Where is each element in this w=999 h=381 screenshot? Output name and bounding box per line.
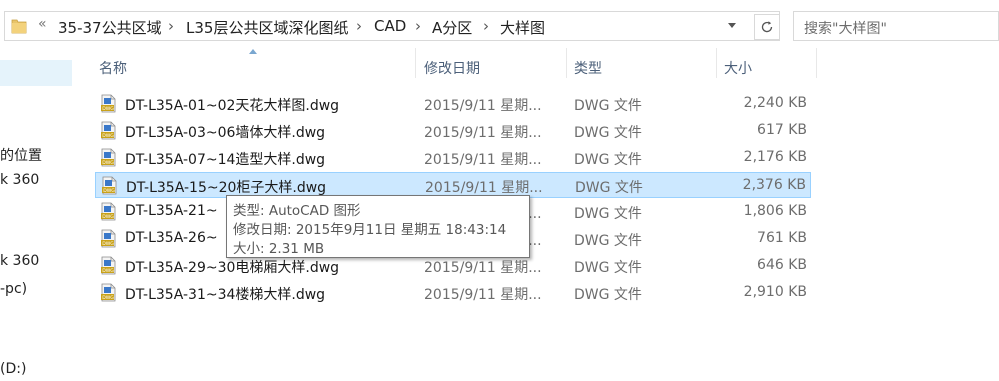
svg-text:DWG: DWG bbox=[102, 214, 114, 220]
svg-text:DWG: DWG bbox=[102, 106, 114, 112]
nav-item[interactable]: k 360 bbox=[0, 172, 39, 188]
file-name: DT-L35A-29~30电梯厢大样.dwg bbox=[125, 260, 340, 276]
file-date: 2015/9/11 星期... bbox=[424, 125, 542, 141]
column-header-size[interactable]: 大小 bbox=[724, 58, 752, 78]
dwg-file-icon: DWG bbox=[102, 176, 117, 195]
file-row[interactable]: DWG DT-L35A-03~06墙体大样.dwg 2015/9/11 星期... D… bbox=[95, 118, 811, 144]
file-name: DT-L35A-03~06墙体大样.dwg bbox=[125, 125, 326, 141]
svg-text:DWG: DWG bbox=[102, 295, 114, 301]
breadcrumb-separator-icon[interactable]: › bbox=[483, 17, 489, 35]
search-placeholder: 搜索"大样图" bbox=[804, 21, 887, 37]
tooltip-modified: 修改日期: 2015年9月11日 星期五 18:43:14 bbox=[233, 222, 507, 238]
file-name: DT-L35A-26~ bbox=[125, 230, 218, 246]
file-type: DWG 文件 bbox=[574, 152, 642, 168]
file-type: DWG 文件 bbox=[574, 206, 642, 222]
file-name: DT-L35A-07~14造型大样.dwg bbox=[125, 152, 326, 168]
file-type: DWG 文件 bbox=[574, 287, 642, 303]
svg-text:DWG: DWG bbox=[102, 268, 114, 274]
svg-text:DWG: DWG bbox=[103, 188, 115, 194]
file-name: DT-L35A-21~ bbox=[125, 203, 218, 219]
file-name: DT-L35A-01~02天花大样图.dwg bbox=[125, 98, 340, 114]
dwg-file-icon: DWG bbox=[101, 121, 116, 140]
file-type: DWG 文件 bbox=[574, 125, 642, 141]
file-size: 646 KB bbox=[757, 257, 807, 273]
nav-item[interactable]: (D:) bbox=[0, 361, 26, 377]
svg-text:DWG: DWG bbox=[102, 160, 114, 166]
file-date: 2015/9/11 星期... bbox=[424, 98, 542, 114]
file-type: DWG 文件 bbox=[575, 180, 643, 196]
nav-item[interactable]: -pc) bbox=[0, 281, 27, 297]
breadcrumb-item[interactable]: L35层公共区域深化图纸 bbox=[186, 17, 348, 38]
file-row[interactable]: DWG DT-L35A-07~14造型大样.dwg 2015/9/11 星期... D… bbox=[95, 145, 811, 171]
sort-ascending-icon bbox=[249, 49, 257, 54]
file-size: 2,376 KB bbox=[742, 177, 806, 193]
tooltip-type: 类型: AutoCAD 图形 bbox=[233, 203, 361, 219]
file-date: 2015/9/11 星期... bbox=[424, 152, 542, 168]
file-row[interactable]: DWG DT-L35A-01~02天花大样图.dwg 2015/9/11 星期...… bbox=[95, 91, 811, 117]
breadcrumb-separator-icon[interactable]: › bbox=[415, 17, 421, 35]
nav-item[interactable]: k 360 bbox=[0, 253, 39, 269]
file-info-tooltip: 类型: AutoCAD 图形 修改日期: 2015年9月11日 星期五 18:4… bbox=[226, 195, 530, 258]
column-divider[interactable] bbox=[566, 48, 567, 78]
dwg-file-icon: DWG bbox=[101, 148, 116, 167]
file-size: 2,176 KB bbox=[743, 149, 807, 165]
file-size: 1,806 KB bbox=[743, 203, 807, 219]
nav-item-selected[interactable] bbox=[0, 60, 72, 86]
breadcrumb-separator-icon[interactable]: › bbox=[168, 17, 174, 35]
file-size: 2,240 KB bbox=[743, 95, 807, 111]
dwg-file-icon: DWG bbox=[101, 94, 116, 113]
dwg-file-icon: DWG bbox=[101, 256, 116, 275]
file-date: 2015/9/11 星期... bbox=[424, 287, 542, 303]
breadcrumb-overflow-icon[interactable]: « bbox=[38, 16, 47, 32]
address-bar[interactable]: « 35-37公共区域 › L35层公共区域深化图纸 › CAD › A分区 ›… bbox=[4, 11, 780, 41]
column-divider[interactable] bbox=[415, 48, 416, 78]
dwg-file-icon: DWG bbox=[101, 229, 116, 248]
svg-text:DWG: DWG bbox=[102, 133, 114, 139]
file-type: DWG 文件 bbox=[574, 233, 642, 249]
address-dropdown-icon[interactable] bbox=[728, 23, 736, 28]
breadcrumb-item-current[interactable]: 大样图 bbox=[500, 17, 545, 38]
breadcrumb-separator-icon[interactable]: › bbox=[356, 17, 362, 35]
column-header-date[interactable]: 修改日期 bbox=[424, 58, 480, 78]
dwg-file-icon: DWG bbox=[101, 202, 116, 221]
file-date: 2015/9/11 星期... bbox=[424, 260, 542, 276]
file-date: 2015/9/11 星期... bbox=[425, 180, 543, 196]
tooltip-size: 大小: 2.31 MB bbox=[233, 241, 325, 257]
breadcrumb-item[interactable]: CAD bbox=[374, 17, 406, 35]
folder-icon bbox=[11, 19, 27, 34]
column-divider[interactable] bbox=[716, 48, 717, 78]
refresh-icon bbox=[761, 21, 773, 33]
file-type: DWG 文件 bbox=[574, 260, 642, 276]
breadcrumb-item[interactable]: 35-37公共区域 bbox=[58, 17, 162, 38]
breadcrumb-item[interactable]: A分区 bbox=[432, 17, 472, 38]
refresh-button[interactable] bbox=[754, 14, 780, 40]
svg-text:DWG: DWG bbox=[102, 241, 114, 247]
file-size: 2,910 KB bbox=[743, 284, 807, 300]
search-input[interactable]: 搜索"大样图" bbox=[793, 11, 999, 41]
file-size: 617 KB bbox=[757, 122, 807, 138]
file-size: 761 KB bbox=[757, 230, 807, 246]
file-name: DT-L35A-31~34楼梯大样.dwg bbox=[125, 287, 326, 303]
dwg-file-icon: DWG bbox=[101, 283, 116, 302]
nav-item[interactable]: 的位置 bbox=[0, 145, 42, 165]
file-name: DT-L35A-15~20柜子大样.dwg bbox=[126, 180, 327, 196]
column-header-name[interactable]: 名称 bbox=[99, 58, 127, 78]
file-type: DWG 文件 bbox=[574, 98, 642, 114]
column-divider[interactable] bbox=[816, 48, 817, 78]
file-row[interactable]: DWG DT-L35A-31~34楼梯大样.dwg 2015/9/11 星期... D… bbox=[95, 280, 811, 306]
column-header-type[interactable]: 类型 bbox=[574, 58, 602, 78]
